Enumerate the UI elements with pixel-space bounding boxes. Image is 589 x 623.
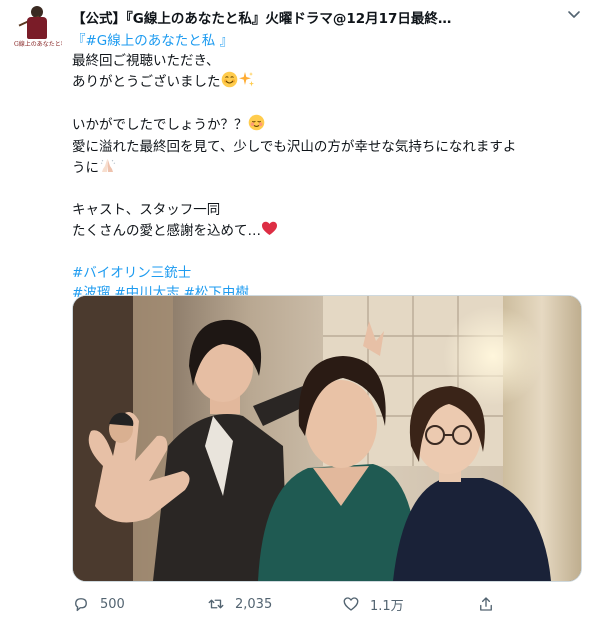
- retweet-count: 2,035: [235, 596, 273, 612]
- tweet-line-with-emoji: いかがでしたでしょうか？？: [72, 114, 577, 137]
- retweet-icon: [208, 599, 224, 609]
- hashtag-link[interactable]: #バイオリン三銃士: [72, 265, 191, 281]
- avatar-logo-text: G線上のあなたと私: [14, 41, 62, 48]
- retweet-button[interactable]: 2,035: [207, 592, 272, 616]
- tweet-text: 『#G線上のあなたと私 』 最終回ご視聴いただき、 ありがとうございました いか…: [72, 31, 577, 303]
- tweet-line: 最終回ご視聴いただき、: [72, 53, 220, 69]
- folded-hands-emoji-icon: [99, 157, 116, 180]
- hashtag-line: #バイオリン三銃士: [72, 263, 577, 283]
- like-count: 1.1万: [370, 598, 404, 614]
- share-icon: [480, 597, 492, 611]
- tweet-line-with-emoji: ありがとうございました: [72, 71, 577, 94]
- chevron-down-icon[interactable]: [566, 6, 582, 22]
- tweet-line: 愛に溢れた最終回を見て、少しでも沢山の方が幸せな気持ちになれますよ: [72, 139, 517, 155]
- reply-count: 500: [100, 596, 125, 612]
- tweet-card[interactable]: G線上のあなたと私 【公式】『G線上のあなたと私』火曜ドラマ@12月17日最終……: [0, 0, 589, 623]
- action-bar: 500 2,035 1.1万: [72, 592, 572, 616]
- tweet-line: キャスト、スタッフ一同: [72, 202, 221, 218]
- tweet-title-tag-line: 『#G線上のあなたと私 』: [72, 31, 577, 51]
- heart-icon: [343, 597, 359, 611]
- avatar[interactable]: G線上のあなたと私: [14, 4, 62, 54]
- tweet-line-text: ありがとうございました: [72, 74, 221, 90]
- tweet-line-text: いかがでしたでしょうか？？: [72, 117, 248, 133]
- relieved-face-emoji-icon: [248, 114, 265, 137]
- smiling-face-emoji-icon: [221, 71, 238, 94]
- tweet-line-text: うに: [72, 160, 99, 176]
- photo-background-person: [109, 412, 134, 443]
- tweet-photo[interactable]: [72, 295, 582, 582]
- tweet-line-with-emoji: たくさんの愛と感謝を込めて…: [72, 220, 577, 243]
- tweet-line-text: たくさんの愛と感謝を込めて…: [72, 223, 261, 239]
- tweet-line-with-emoji: うに: [72, 157, 577, 180]
- reply-button[interactable]: 500: [72, 592, 125, 616]
- photo-scene: [73, 296, 581, 581]
- red-heart-emoji-icon: [261, 220, 278, 243]
- reply-icon: [75, 598, 87, 612]
- share-button[interactable]: [477, 592, 505, 616]
- author-name[interactable]: 【公式】『G線上のあなたと私』火曜ドラマ@12月17日最終…: [72, 7, 512, 27]
- avatar-figure-body: [27, 17, 47, 39]
- title-hashtag-link[interactable]: 『#G線上のあなたと私 』: [72, 33, 233, 49]
- like-button[interactable]: 1.1万: [342, 592, 404, 616]
- sparkles-emoji-icon: [238, 71, 255, 94]
